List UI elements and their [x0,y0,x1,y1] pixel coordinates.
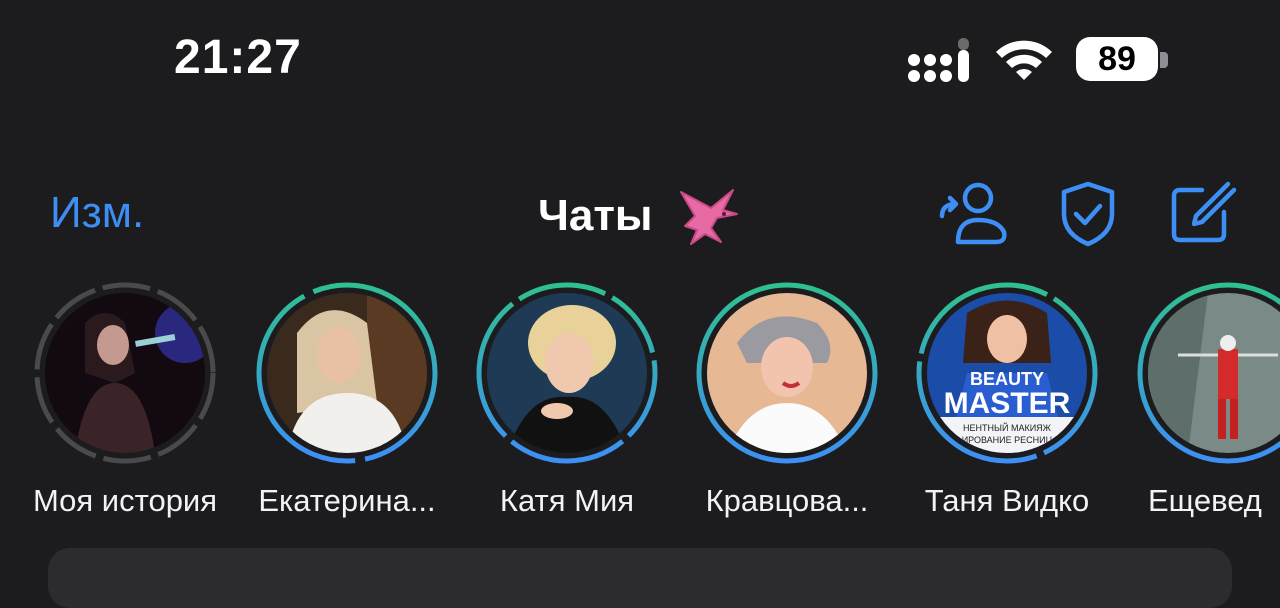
cellular-signal-icon [908,38,969,82]
overlay-line1: НЕНТНЫЙ МАКИЯЖ [963,422,1052,433]
story-label: Кравцова... [705,483,869,518]
avatar-image: BEAUTY MASTER НЕНТНЫЙ МАКИЯЖ ИРОВАНИЕ РЕ… [927,293,1087,453]
battery-indicator: 89 [1076,37,1158,81]
story-label: Ещевед [1148,483,1262,518]
header-title-wrap: Чаты [538,184,741,248]
add-contact-icon[interactable] [938,180,1010,248]
story-kravtsova[interactable]: Кравцова... [677,280,897,520]
avatar [707,293,867,453]
story-my-story[interactable]: Моя история [15,280,235,520]
avatar-image [45,293,205,453]
story-label: Екатерина... [258,483,436,518]
dragon-icon [679,189,738,245]
avatar-image [487,293,647,453]
stories-bar: Моя история Екатерина... Катя Мия Кравцо… [0,280,1280,530]
edit-button[interactable]: Изм. [50,188,144,238]
overlay-beauty: BEAUTY [970,369,1044,389]
story-katya-miya[interactable]: Катя Мия [457,280,677,520]
story-tanya-vidko[interactable]: BEAUTY MASTER НЕНТНЫЙ МАКИЯЖ ИРОВАНИЕ РЕ… [897,280,1117,520]
compose-icon[interactable] [1166,180,1238,248]
avatar: BEAUTY MASTER НЕНТНЫЙ МАКИЯЖ ИРОВАНИЕ РЕ… [927,293,1087,453]
story-label: Моя история [32,483,218,518]
battery-cap [1160,52,1168,68]
avatar [487,293,647,453]
status-time: 21:27 [174,31,302,84]
story-ekaterina[interactable]: Екатерина... [237,280,457,520]
shield-check-icon[interactable] [1052,180,1124,248]
search-bar[interactable] [48,548,1232,608]
avatar-image [267,293,427,453]
wifi-icon [996,40,1052,80]
story-eshcheved[interactable]: Ещевед [1118,280,1280,520]
avatar [267,293,427,453]
story-label: Таня Видко [924,483,1090,518]
story-label: Катя Мия [499,483,635,518]
page-title: Чаты [538,191,653,240]
avatar-image [707,293,867,453]
overlay-master: MASTER [944,387,1071,420]
avatar [45,293,205,453]
overlay-line2: ИРОВАНИЕ РЕСНИЦ [962,435,1053,445]
